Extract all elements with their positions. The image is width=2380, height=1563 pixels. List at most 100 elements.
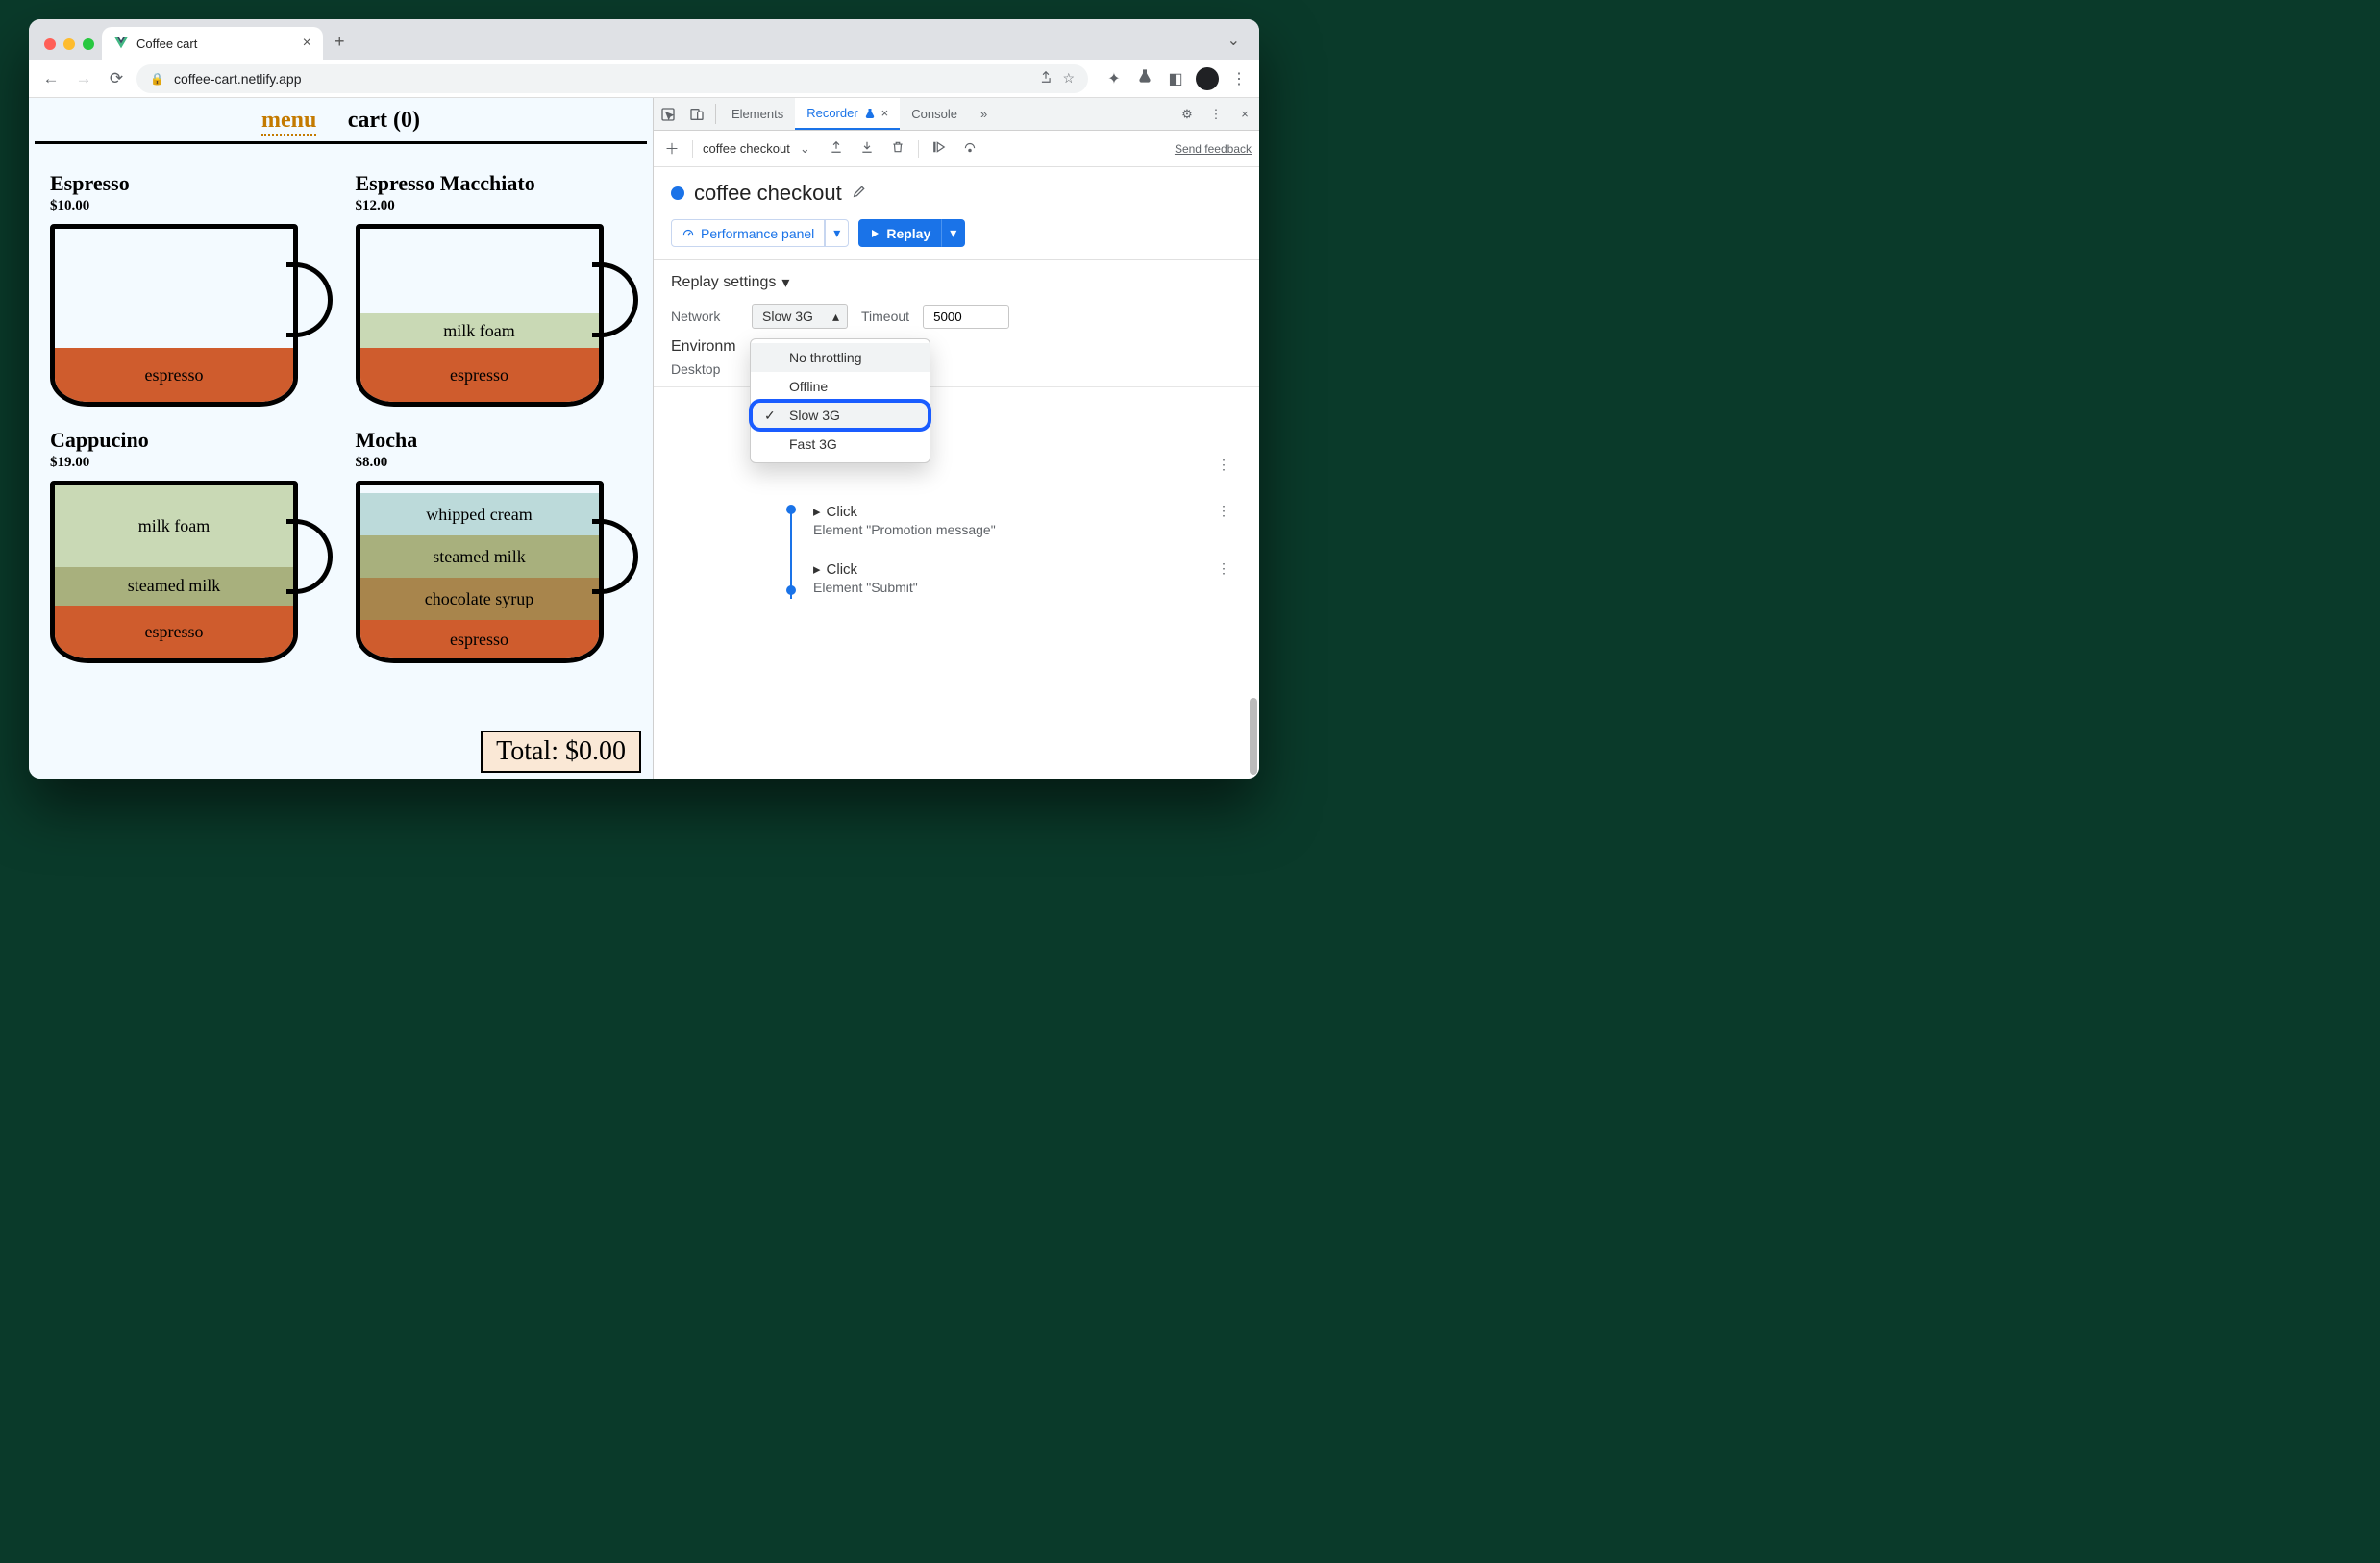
layer-milk-foam: milk foam	[360, 313, 599, 348]
step-item[interactable]: ⋮ ▸Click Element "Promotion message"	[777, 503, 1242, 560]
device-toolbar-icon[interactable]	[682, 98, 711, 130]
tab-more[interactable]: »	[969, 98, 999, 130]
close-window-icon[interactable]	[44, 38, 56, 50]
bookmark-icon[interactable]: ☆	[1062, 70, 1075, 87]
product-price: $8.00	[356, 455, 632, 471]
cup-body: espresso	[50, 224, 298, 407]
forward-button[interactable]: →	[71, 69, 96, 88]
layer-espresso: espresso	[360, 620, 599, 658]
settings-gear-icon[interactable]: ⚙	[1173, 98, 1202, 130]
dropdown-option-offline[interactable]: Offline	[751, 372, 930, 401]
performance-panel-dropdown[interactable]: ▾	[825, 219, 849, 247]
cup-handle-icon	[592, 519, 638, 594]
replay-button[interactable]: Replay	[858, 219, 941, 247]
send-feedback-link[interactable]: Send feedback	[1175, 142, 1252, 156]
recording-selector[interactable]: coffee checkout ⌄	[703, 141, 816, 157]
product-price: $12.00	[356, 198, 632, 214]
recorder-header: coffee checkout Performance panel ▾	[654, 167, 1259, 260]
gauge-icon	[682, 227, 695, 240]
cup-handle-icon	[286, 262, 333, 337]
network-select[interactable]: Slow 3G	[752, 304, 848, 329]
maximize-window-icon[interactable]	[83, 38, 94, 50]
step-menu-icon[interactable]: ⋮	[1217, 457, 1230, 473]
dropdown-option-slow-3g[interactable]: ✓ Slow 3G	[751, 401, 930, 430]
product-macchiato[interactable]: Espresso Macchiato $12.00 espresso milk …	[356, 171, 632, 407]
vue-favicon-icon	[113, 36, 129, 51]
steps-list: ⋮ ⋮ ▸Click Element "Promotion message" ⋮…	[671, 503, 1242, 618]
product-title: Mocha	[356, 428, 632, 453]
devtools-tabstrip: Elements Recorder × Console » ⚙ ⋮ ×	[654, 98, 1259, 131]
lock-icon: 🔒	[150, 72, 164, 86]
reload-button[interactable]: ⟳	[104, 69, 129, 88]
content-split: menu cart (0) Espresso $10.00 espresso	[29, 98, 1259, 779]
nav-link-cart[interactable]: cart (0)	[348, 108, 420, 133]
address-bar[interactable]: 🔒 coffee-cart.netlify.app ☆	[136, 64, 1088, 93]
network-dropdown-popup: No throttling Offline ✓ Slow 3G Fast 3G	[750, 338, 930, 463]
product-cappucino[interactable]: Cappucino $19.00 espresso steamed milk m…	[50, 428, 327, 663]
cup-handle-icon	[592, 262, 638, 337]
edit-title-icon[interactable]	[852, 184, 867, 204]
minimize-window-icon[interactable]	[63, 38, 75, 50]
total-button[interactable]: Total: $0.00	[481, 731, 641, 773]
step-menu-icon[interactable]: ⋮	[1217, 560, 1230, 577]
share-icon[interactable]	[1039, 70, 1053, 87]
import-icon[interactable]	[856, 140, 878, 158]
close-tab-icon[interactable]: ×	[881, 106, 889, 120]
performance-panel-button-group: Performance panel ▾	[671, 219, 849, 247]
performance-panel-button[interactable]: Performance panel	[671, 219, 825, 247]
step-title: Click	[827, 561, 858, 578]
caret-right-icon: ▸	[813, 504, 821, 520]
product-title: Cappucino	[50, 428, 327, 453]
product-espresso[interactable]: Espresso $10.00 espresso	[50, 171, 327, 407]
layer-chocolate-syrup: chocolate syrup	[360, 578, 599, 620]
recorder-toolbar: ＋ coffee checkout ⌄	[654, 131, 1259, 167]
side-panel-icon[interactable]: ◧	[1165, 69, 1186, 88]
tab-title: Coffee cart	[136, 37, 197, 51]
site-nav: menu cart (0)	[35, 98, 647, 144]
export-icon[interactable]	[826, 140, 847, 158]
network-select-value: Slow 3G	[762, 309, 813, 324]
nav-link-menu[interactable]: menu	[261, 108, 316, 136]
tab-elements[interactable]: Elements	[720, 98, 795, 130]
product-price: $19.00	[50, 455, 327, 471]
back-button[interactable]: ←	[38, 69, 63, 88]
new-tab-button[interactable]: +	[323, 32, 357, 60]
recorder-body: Replay settings ▾ Network Slow 3G Timeou…	[654, 260, 1259, 779]
play-icon	[869, 228, 880, 239]
labs-icon[interactable]	[1134, 68, 1155, 88]
cup-handle-icon	[286, 519, 333, 594]
replay-settings-label: Replay settings	[671, 274, 776, 291]
extensions-icon[interactable]: ✦	[1103, 69, 1125, 88]
product-title: Espresso Macchiato	[356, 171, 632, 196]
new-recording-icon[interactable]: ＋	[661, 138, 682, 159]
timeout-input[interactable]	[923, 305, 1009, 329]
scrollbar-thumb[interactable]	[1250, 698, 1257, 775]
layer-milk-foam: milk foam	[55, 485, 293, 567]
close-devtools-icon[interactable]: ×	[1230, 98, 1259, 130]
step-desc: Element "Submit"	[813, 580, 1242, 595]
dropdown-option-no-throttling[interactable]: No throttling	[751, 343, 930, 372]
page-pane: menu cart (0) Espresso $10.00 espresso	[29, 98, 654, 779]
tab-recorder[interactable]: Recorder ×	[795, 98, 900, 130]
replay-settings-heading[interactable]: Replay settings ▾	[671, 273, 1242, 292]
timeout-label: Timeout	[861, 309, 909, 324]
inspect-element-icon[interactable]	[654, 98, 682, 130]
step-play-icon[interactable]	[929, 140, 950, 158]
chrome-menu-icon[interactable]: ⋮	[1228, 69, 1250, 88]
delete-icon[interactable]	[887, 140, 908, 158]
recording-title: coffee checkout	[694, 181, 842, 206]
dropdown-option-fast-3g[interactable]: Fast 3G	[751, 430, 930, 459]
step-menu-icon[interactable]: ⋮	[1217, 503, 1230, 519]
browser-tab[interactable]: Coffee cart ×	[102, 27, 323, 60]
step-item[interactable]: ⋮ ▸Click Element "Submit"	[777, 560, 1242, 618]
devtools-menu-icon[interactable]: ⋮	[1202, 98, 1230, 130]
close-tab-icon[interactable]: ×	[303, 35, 311, 52]
caret-down-icon: ▾	[781, 273, 789, 292]
step-over-icon[interactable]	[959, 140, 980, 158]
profile-avatar-icon[interactable]	[1196, 67, 1219, 90]
recording-name: coffee checkout	[703, 141, 790, 156]
product-mocha[interactable]: Mocha $8.00 espresso chocolate syrup ste…	[356, 428, 632, 663]
replay-dropdown[interactable]: ▾	[941, 219, 965, 247]
tab-console[interactable]: Console	[900, 98, 969, 130]
tab-list-button[interactable]: ⌄	[1224, 31, 1248, 60]
